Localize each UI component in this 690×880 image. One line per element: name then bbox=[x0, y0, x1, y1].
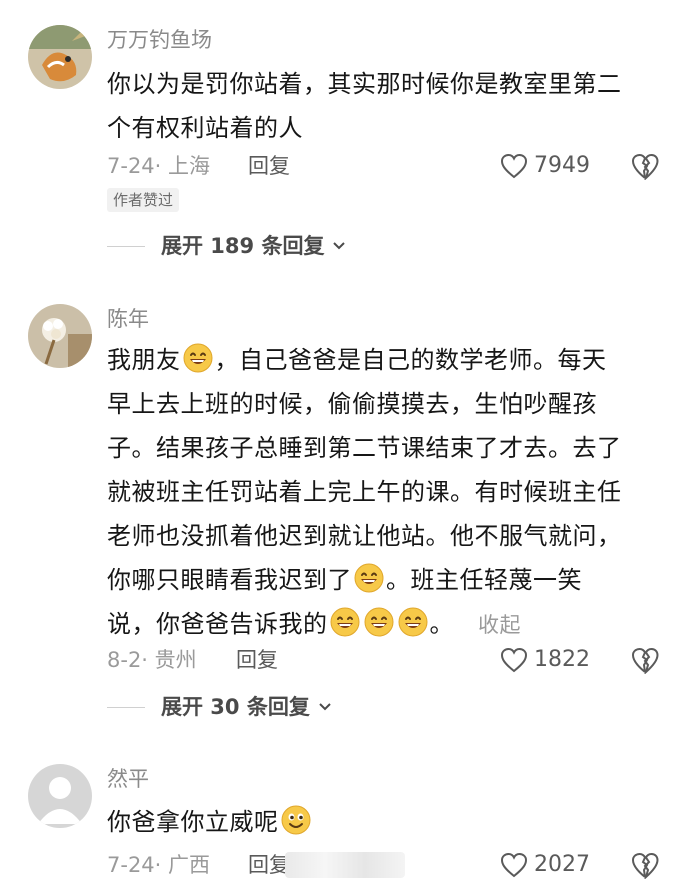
dislike-button[interactable] bbox=[630, 152, 660, 182]
avatar[interactable] bbox=[28, 764, 92, 828]
comment-text: 你以为是罚你站着，其实那时候你是教室里第二 个有权利站着的人 bbox=[107, 62, 667, 150]
comment-date-location: 7-24· 上海 bbox=[107, 154, 211, 178]
collapse-button[interactable]: 收起 bbox=[478, 613, 521, 637]
heart-outline-icon bbox=[500, 647, 528, 673]
avatar[interactable] bbox=[28, 304, 92, 368]
comment-line-text: ，自己爸爸是自己的数学老师。每天 bbox=[214, 346, 607, 374]
comment-line: 早上去上班的时候，偷偷摸摸去，生怕吵醒孩 bbox=[107, 390, 597, 418]
grin-emoji-icon bbox=[363, 607, 394, 637]
reply-button[interactable]: 回复 bbox=[248, 152, 290, 180]
comment-item: 陈年 我朋友 ，自己爸爸是自己的数学老师。每天 早上去上班的时候，偷偷摸摸去，生怕… bbox=[0, 300, 690, 740]
comment-line: 子。结果孩子总睡到第二节课结束了才去。去了 bbox=[107, 434, 622, 462]
comment-line: 老师也没抓着他迟到就让他站。他不服气就问， bbox=[107, 522, 622, 550]
like-count: 7949 bbox=[534, 153, 590, 178]
username[interactable]: 陈年 bbox=[107, 305, 149, 333]
comment-line: 就被班主任罚站着上完上午的课。有时候班主任 bbox=[107, 478, 622, 506]
comment-date-location: 7-24· 广西 bbox=[107, 853, 211, 877]
avatar[interactable] bbox=[28, 25, 92, 89]
username[interactable]: 然平 bbox=[107, 765, 149, 793]
expand-replies-label: 展开 30 条回复 bbox=[161, 695, 310, 719]
heart-outline-icon bbox=[500, 153, 528, 179]
comment-item: 万万钓鱼场 你以为是罚你站着，其实那时候你是教室里第二 个有权利站着的人 7-2… bbox=[0, 0, 690, 280]
divider-line bbox=[107, 245, 145, 247]
grin-emoji-icon bbox=[354, 563, 384, 593]
comment-text: 你爸拿你立威呢 bbox=[107, 800, 667, 844]
like-button[interactable]: 2027 bbox=[500, 851, 590, 879]
smile-emoji-icon bbox=[280, 805, 311, 835]
grin-emoji-icon bbox=[329, 607, 360, 637]
grin-emoji-icon bbox=[182, 343, 213, 373]
comment-line-text: 。班主任轻蔑一笑 bbox=[386, 566, 582, 594]
username[interactable]: 万万钓鱼场 bbox=[107, 26, 212, 54]
dislike-button[interactable] bbox=[630, 646, 660, 676]
like-count: 1822 bbox=[534, 647, 590, 672]
comment-date-location: 8-2· 贵州 bbox=[107, 648, 197, 672]
broken-heart-icon bbox=[631, 153, 659, 182]
chevron-down-icon bbox=[333, 242, 346, 250]
divider-line bbox=[107, 706, 145, 708]
like-button[interactable]: 7949 bbox=[500, 152, 590, 180]
comment-line: 说，你爸爸告诉我的 。收起 bbox=[107, 602, 667, 647]
reply-button[interactable]: 回复 bbox=[236, 646, 278, 674]
comment-line: 你爸拿你立威呢 bbox=[107, 800, 667, 844]
comment-line: 你以为是罚你站着，其实那时候你是教室里第二 bbox=[107, 70, 622, 98]
heart-outline-icon bbox=[500, 852, 528, 878]
expand-replies-button[interactable]: 展开 189 条回复 bbox=[107, 232, 346, 260]
comment-text: 我朋友 ，自己爸爸是自己的数学老师。每天 早上去上班的时候，偷偷摸摸去，生怕吵醒孩… bbox=[107, 338, 667, 647]
like-button[interactable]: 1822 bbox=[500, 646, 590, 674]
comment-line-text: 。 bbox=[429, 610, 454, 638]
broken-heart-icon bbox=[631, 852, 659, 880]
broken-heart-icon bbox=[631, 647, 659, 676]
comment-line: 你哪只眼睛看我迟到了 。班主任轻蔑一笑 bbox=[107, 558, 667, 602]
comment-line-text: 你哪只眼睛看我迟到了 bbox=[107, 566, 352, 594]
comment-line-text: 说，你爸爸告诉我的 bbox=[107, 610, 328, 638]
comment-line-text: 我朋友 bbox=[107, 346, 181, 374]
dislike-button[interactable] bbox=[630, 851, 660, 880]
reply-button[interactable]: 回复 bbox=[248, 851, 290, 879]
comment-item: 然平 你爸拿你立威呢 7-24· 广西 回复 2027 bbox=[0, 760, 690, 880]
comment-line: 个有权利站着的人 bbox=[107, 114, 303, 142]
expand-replies-label: 展开 189 条回复 bbox=[161, 234, 325, 258]
comment-line: 我朋友 ，自己爸爸是自己的数学老师。每天 bbox=[107, 338, 667, 382]
grin-emoji-icon bbox=[397, 607, 428, 637]
like-count: 2027 bbox=[534, 852, 590, 877]
comment-line-text: 你爸拿你立威呢 bbox=[107, 808, 279, 836]
chevron-down-icon bbox=[319, 703, 331, 711]
expand-replies-button[interactable]: 展开 30 条回复 bbox=[107, 693, 332, 721]
watermark-blur bbox=[285, 852, 405, 878]
author-liked-badge: 作者赞过 bbox=[107, 188, 180, 212]
